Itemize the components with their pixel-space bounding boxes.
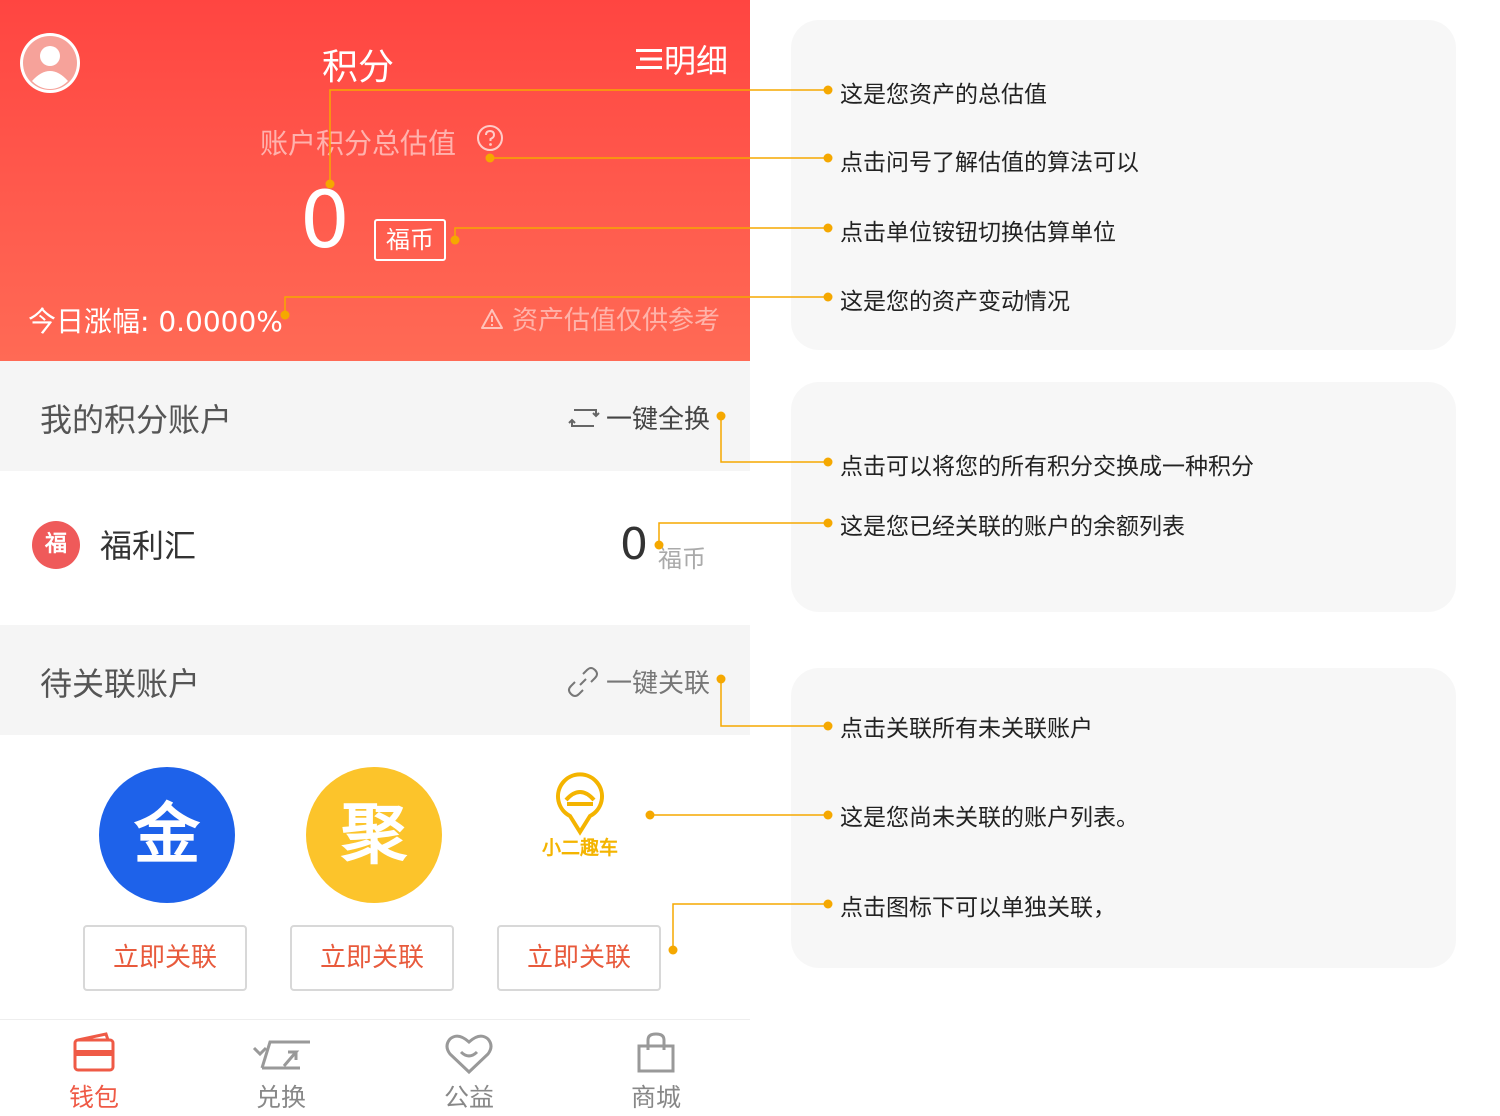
pending-accounts-header: 待关联账户 一键关联 [0, 625, 750, 735]
tab-label: 公益 [443, 1083, 494, 1112]
annotation-text: 点击单位铵钮切换估算单位 [840, 220, 1116, 246]
shopping-bag-icon [637, 1032, 675, 1073]
tab-charity[interactable]: 公益 [409, 1020, 529, 1116]
wallet-icon [73, 1032, 115, 1072]
tab-mall[interactable]: 商城 [596, 1020, 716, 1116]
exchange-icon [252, 1040, 310, 1070]
account-balance: 0 [620, 519, 648, 570]
warning-icon [480, 308, 503, 329]
annotation-text: 这是您资产的总估值 [840, 82, 1047, 108]
brand-text: 小二趣车 [541, 837, 618, 859]
page-title: 积分 [321, 47, 394, 88]
disclaimer-text: 资产估值仅供参考 [511, 306, 720, 336]
today-change: 今日涨幅: 0.0000% [28, 305, 283, 338]
list-icon [635, 49, 662, 69]
points-header: 积分 明细 账户积分总估值 0 福币 今日涨幅: 0.0000% 资产估值仅供参… [0, 0, 750, 361]
account-name: 福利汇 [100, 527, 197, 565]
link-all-label: 一键关联 [605, 669, 710, 699]
section-title: 我的积分账户 [40, 401, 233, 439]
tab-bar: 钱包 兑换 公益 商城 [0, 1019, 750, 1116]
annotation-text: 这是您已经关联的账户的余额列表 [840, 514, 1185, 540]
detail-button[interactable]: 明细 [635, 36, 728, 82]
exchange-all-button[interactable]: 一键全换 [568, 399, 710, 436]
annotation-text: 点击可以将您的所有积分交换成一种积分 [840, 454, 1254, 480]
annotation-text: 这是您尚未关联的账户列表。 [840, 805, 1139, 831]
tab-wallet[interactable]: 钱包 [34, 1020, 154, 1116]
list-item[interactable]: 福 福利汇 0 福币 [0, 471, 750, 625]
xiaoer-quche-logo-icon[interactable]: 小二趣车 [512, 772, 648, 872]
detail-label: 明细 [663, 42, 728, 80]
ju-logo-icon[interactable]: 聚 [306, 767, 442, 903]
annotation-text: 点击问号了解估值的算法可以 [840, 150, 1139, 176]
link-now-button[interactable]: 立即关联 [290, 925, 454, 991]
tab-label: 钱包 [68, 1083, 119, 1112]
link-all-button[interactable]: 一键关联 [566, 663, 710, 700]
heart-icon [445, 1034, 493, 1075]
tab-label: 兑换 [255, 1083, 306, 1112]
annotation-text: 点击关联所有未关联账户 [840, 716, 1093, 742]
annotation-text: 这是您的资产变动情况 [840, 289, 1070, 315]
question-icon[interactable] [476, 124, 504, 152]
map-pin-icon [556, 772, 604, 836]
my-accounts-header: 我的积分账户 一键全换 [0, 361, 750, 471]
link-now-button[interactable]: 立即关联 [83, 925, 247, 991]
exchange-all-label: 一键全换 [605, 405, 710, 435]
phone-screen: 积分 明细 账户积分总估值 0 福币 今日涨幅: 0.0000% 资产估值仅供参… [0, 0, 750, 1116]
unit-toggle-button[interactable]: 福币 [374, 219, 446, 261]
link-now-button[interactable]: 立即关联 [497, 925, 661, 991]
tab-label: 商城 [630, 1083, 681, 1112]
total-value: 0 [300, 176, 350, 266]
disclaimer: 资产估值仅供参考 [480, 300, 720, 337]
swap-icon [568, 408, 600, 427]
annotation-card [791, 382, 1456, 612]
account-unit: 福币 [658, 545, 706, 573]
estimate-label: 账户积分总估值 [259, 127, 456, 160]
link-icon [567, 666, 598, 697]
annotation-text: 点击图标下可以单独关联， [840, 895, 1116, 921]
fulihui-logo-icon: 福 [32, 521, 80, 569]
section-title: 待关联账户 [40, 665, 201, 703]
jin-logo-icon[interactable]: 金 [99, 767, 235, 903]
tab-exchange[interactable]: 兑换 [221, 1020, 341, 1116]
